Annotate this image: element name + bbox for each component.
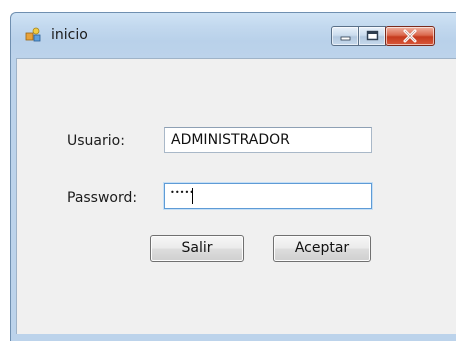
- form-client-area: Usuario: ADMINISTRADOR Password: ••••• S…: [16, 58, 456, 334]
- login-window: inicio Usuario: ADMINISTRADOR Password:: [10, 12, 456, 341]
- password-input[interactable]: •••••: [164, 183, 372, 209]
- maximize-icon: [366, 30, 379, 41]
- title-bar[interactable]: inicio: [11, 13, 456, 59]
- app-form-icon: [25, 27, 41, 42]
- username-input[interactable]: ADMINISTRADOR: [164, 127, 372, 153]
- minimize-button[interactable]: [331, 26, 359, 46]
- username-value: ADMINISTRADOR: [171, 132, 290, 148]
- exit-button[interactable]: Salir: [150, 235, 244, 262]
- password-mask: •••••: [170, 188, 195, 197]
- close-icon: [403, 29, 417, 43]
- minimize-icon: [340, 36, 351, 41]
- password-label: Password:: [67, 190, 138, 206]
- maximize-button[interactable]: [358, 26, 386, 46]
- close-button[interactable]: [385, 26, 435, 46]
- username-label: Usuario:: [67, 133, 125, 149]
- window-title: inicio: [51, 27, 88, 43]
- accept-button[interactable]: Aceptar: [273, 235, 371, 262]
- text-caret: [192, 188, 193, 204]
